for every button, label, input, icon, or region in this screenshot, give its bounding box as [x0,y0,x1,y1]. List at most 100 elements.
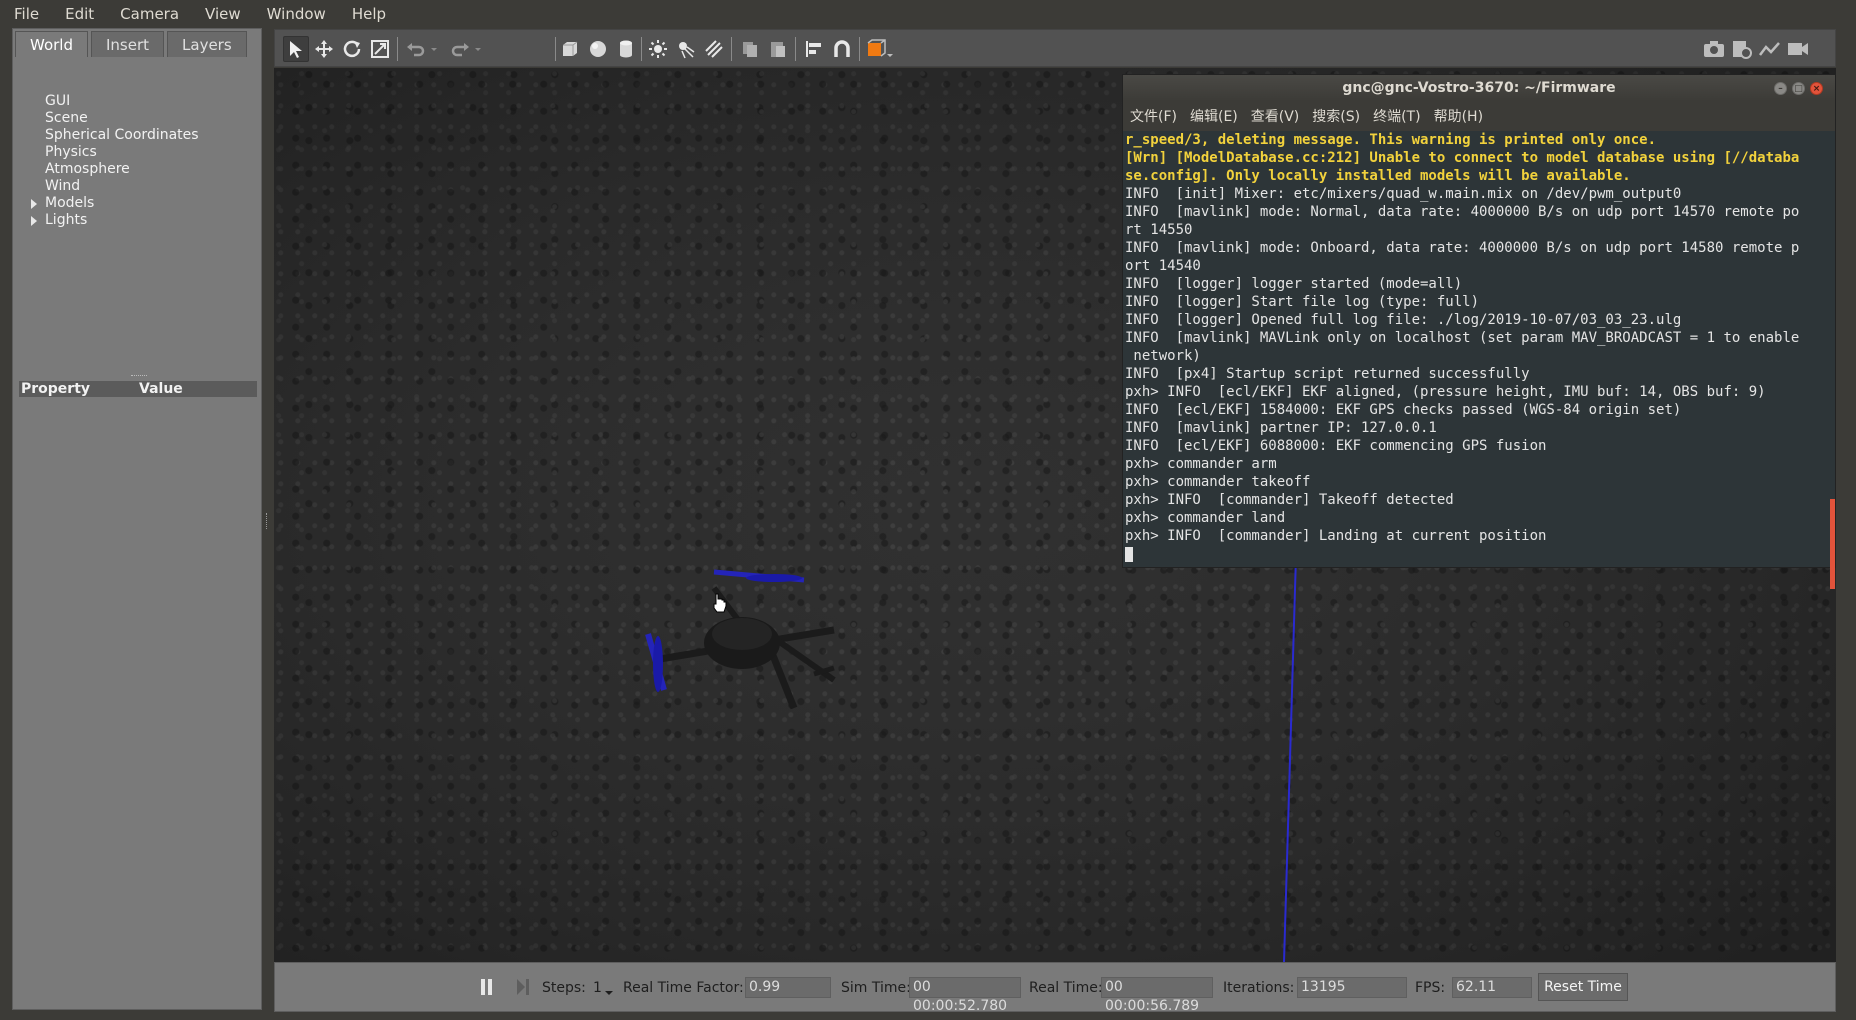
tree-item-label: GUI [45,93,71,109]
expand-arrow-icon[interactable] [31,199,37,209]
terminal-menu-search[interactable]: 搜索(S) [1305,106,1366,126]
select-arrow-icon[interactable] [283,36,309,62]
log-icon[interactable] [1729,36,1755,62]
property-table-header: Property Value [19,381,257,397]
fps-value: 62.11 [1452,977,1532,998]
toolbar-separator [795,37,796,61]
screenshot-icon[interactable] [1701,36,1727,62]
left-panel: World Insert Layers GUI Scene Spherical … [12,28,262,1010]
terminal-scrollbar[interactable] [1830,499,1835,589]
reset-time-button[interactable]: Reset Time [1538,973,1628,1001]
tree-item-wind[interactable]: Wind [45,178,80,195]
toolbar-separator [397,37,398,61]
tree-item-label: Wind [45,178,81,194]
video-record-icon[interactable] [1785,36,1811,62]
tree-item-atmosphere[interactable]: Atmosphere [45,161,130,178]
terminal-menu-file[interactable]: 文件(F) [1123,106,1183,126]
terminal-line: INFO [mavlink] mode: Onboard, data rate:… [1125,240,1800,256]
terminal-output[interactable]: r_speed/3, deleting message. This warnin… [1123,131,1835,567]
terminal-menu-view[interactable]: 查看(V) [1244,106,1306,126]
tree-item-scene[interactable]: Scene [45,110,88,127]
undo-dropdown-icon[interactable] [427,36,441,62]
menu-camera[interactable]: Camera [106,5,191,23]
redo-dropdown-icon[interactable] [471,36,485,62]
real-time-value: 00 00:00:56.789 [1101,977,1213,1014]
scale-icon[interactable] [367,36,393,62]
undo-icon[interactable] [403,36,429,62]
terminal-line: INFO [logger] Start file log (type: full… [1125,294,1480,310]
value-column-header: Value [139,381,183,397]
vertical-splitter-handle[interactable] [266,513,269,529]
close-icon[interactable]: × [1810,82,1823,95]
step-forward-icon[interactable] [515,978,531,1000]
menu-view[interactable]: View [191,5,253,23]
snap-magnet-icon[interactable] [829,36,855,62]
tab-insert[interactable]: Insert [91,31,165,57]
iterations-value: 13195 [1297,977,1407,998]
terminal-line: pxh> INFO [ecl/EKF] EKF aligned, (pressu… [1125,384,1766,400]
plot-icon[interactable] [1757,36,1783,62]
pause-icon[interactable] [479,978,495,1000]
terminal-cursor [1125,546,1133,562]
align-icon[interactable] [801,36,827,62]
real-time-label: Real Time: [1029,980,1103,996]
terminal-line: network) [1125,348,1201,364]
terminal-menu-terminal[interactable]: 终端(T) [1366,106,1426,126]
maximize-icon[interactable]: □ [1792,82,1805,95]
terminal-menu-edit[interactable]: 编辑(E) [1183,106,1244,126]
real-time-factor-label: Real Time Factor: [623,980,744,996]
tab-layers[interactable]: Layers [167,31,247,57]
copy-icon[interactable] [737,36,763,62]
rotate-icon[interactable] [339,36,365,62]
steps-dropdown-icon[interactable] [604,985,614,1001]
box-shape-icon[interactable] [557,36,583,62]
menu-help[interactable]: Help [338,5,398,23]
steps-label: Steps: [542,980,586,996]
tree-item-spherical-coordinates[interactable]: Spherical Coordinates [45,127,199,144]
terminal-titlebar[interactable]: gnc@gnc-Vostro-3670: ~/Firmware – □ × [1123,75,1835,101]
terminal-line: INFO [init] Mixer: etc/mixers/quad_w.mai… [1125,186,1682,202]
terminal-line: INFO [px4] Startup script returned succe… [1125,366,1530,382]
toolbar-separator [731,37,732,61]
tree-item-lights[interactable]: Lights [31,212,88,229]
panel-splitter-handle[interactable] [131,375,147,378]
terminal-line: pxh> commander land [1125,510,1286,526]
view-angle-icon[interactable] [863,36,897,62]
terminal-line: pxh> commander arm [1125,456,1277,472]
tree-item-models[interactable]: Models [31,195,95,212]
tab-world[interactable]: World [15,31,88,57]
paste-icon[interactable] [765,36,791,62]
toolbar-separator [555,37,556,61]
tree-item-gui[interactable]: GUI [45,93,70,110]
terminal-line: pxh> INFO [commander] Landing at current… [1125,528,1547,544]
directional-light-icon[interactable] [701,36,727,62]
menu-bar: File Edit Camera View Window Help [0,0,1856,27]
redo-icon[interactable] [447,36,473,62]
terminal-window[interactable]: gnc@gnc-Vostro-3670: ~/Firmware – □ × 文件… [1122,74,1836,589]
tree-item-label: Models [45,195,95,211]
tree-item-label: Spherical Coordinates [45,127,199,143]
toolbar-separator [641,37,642,61]
expand-arrow-icon[interactable] [31,216,37,226]
tree-item-label: Lights [45,212,88,228]
fps-label: FPS: [1415,980,1446,996]
tree-item-label: Atmosphere [45,161,130,177]
terminal-line: INFO [logger] logger started (mode=all) [1125,276,1463,292]
menu-edit[interactable]: Edit [51,5,106,23]
cylinder-shape-icon[interactable] [613,36,639,62]
terminal-line: rt 14550 [1125,222,1193,238]
point-light-icon[interactable] [645,36,671,62]
terminal-line: INFO [ecl/EKF] 1584000: EKF GPS checks p… [1125,402,1682,418]
property-column-header: Property [21,381,91,397]
spot-light-icon[interactable] [673,36,699,62]
steps-value[interactable]: 1 [593,979,602,997]
terminal-line: INFO [mavlink] partner IP: 127.0.0.1 [1125,420,1437,436]
menu-window[interactable]: Window [253,5,338,23]
translate-icon[interactable] [311,36,337,62]
terminal-menu-help[interactable]: 帮助(H) [1427,106,1489,126]
sphere-shape-icon[interactable] [585,36,611,62]
terminal-title: gnc@gnc-Vostro-3670: ~/Firmware [1342,80,1616,96]
tree-item-physics[interactable]: Physics [45,144,97,161]
menu-file[interactable]: File [0,5,51,23]
minimize-icon[interactable]: – [1774,82,1787,95]
